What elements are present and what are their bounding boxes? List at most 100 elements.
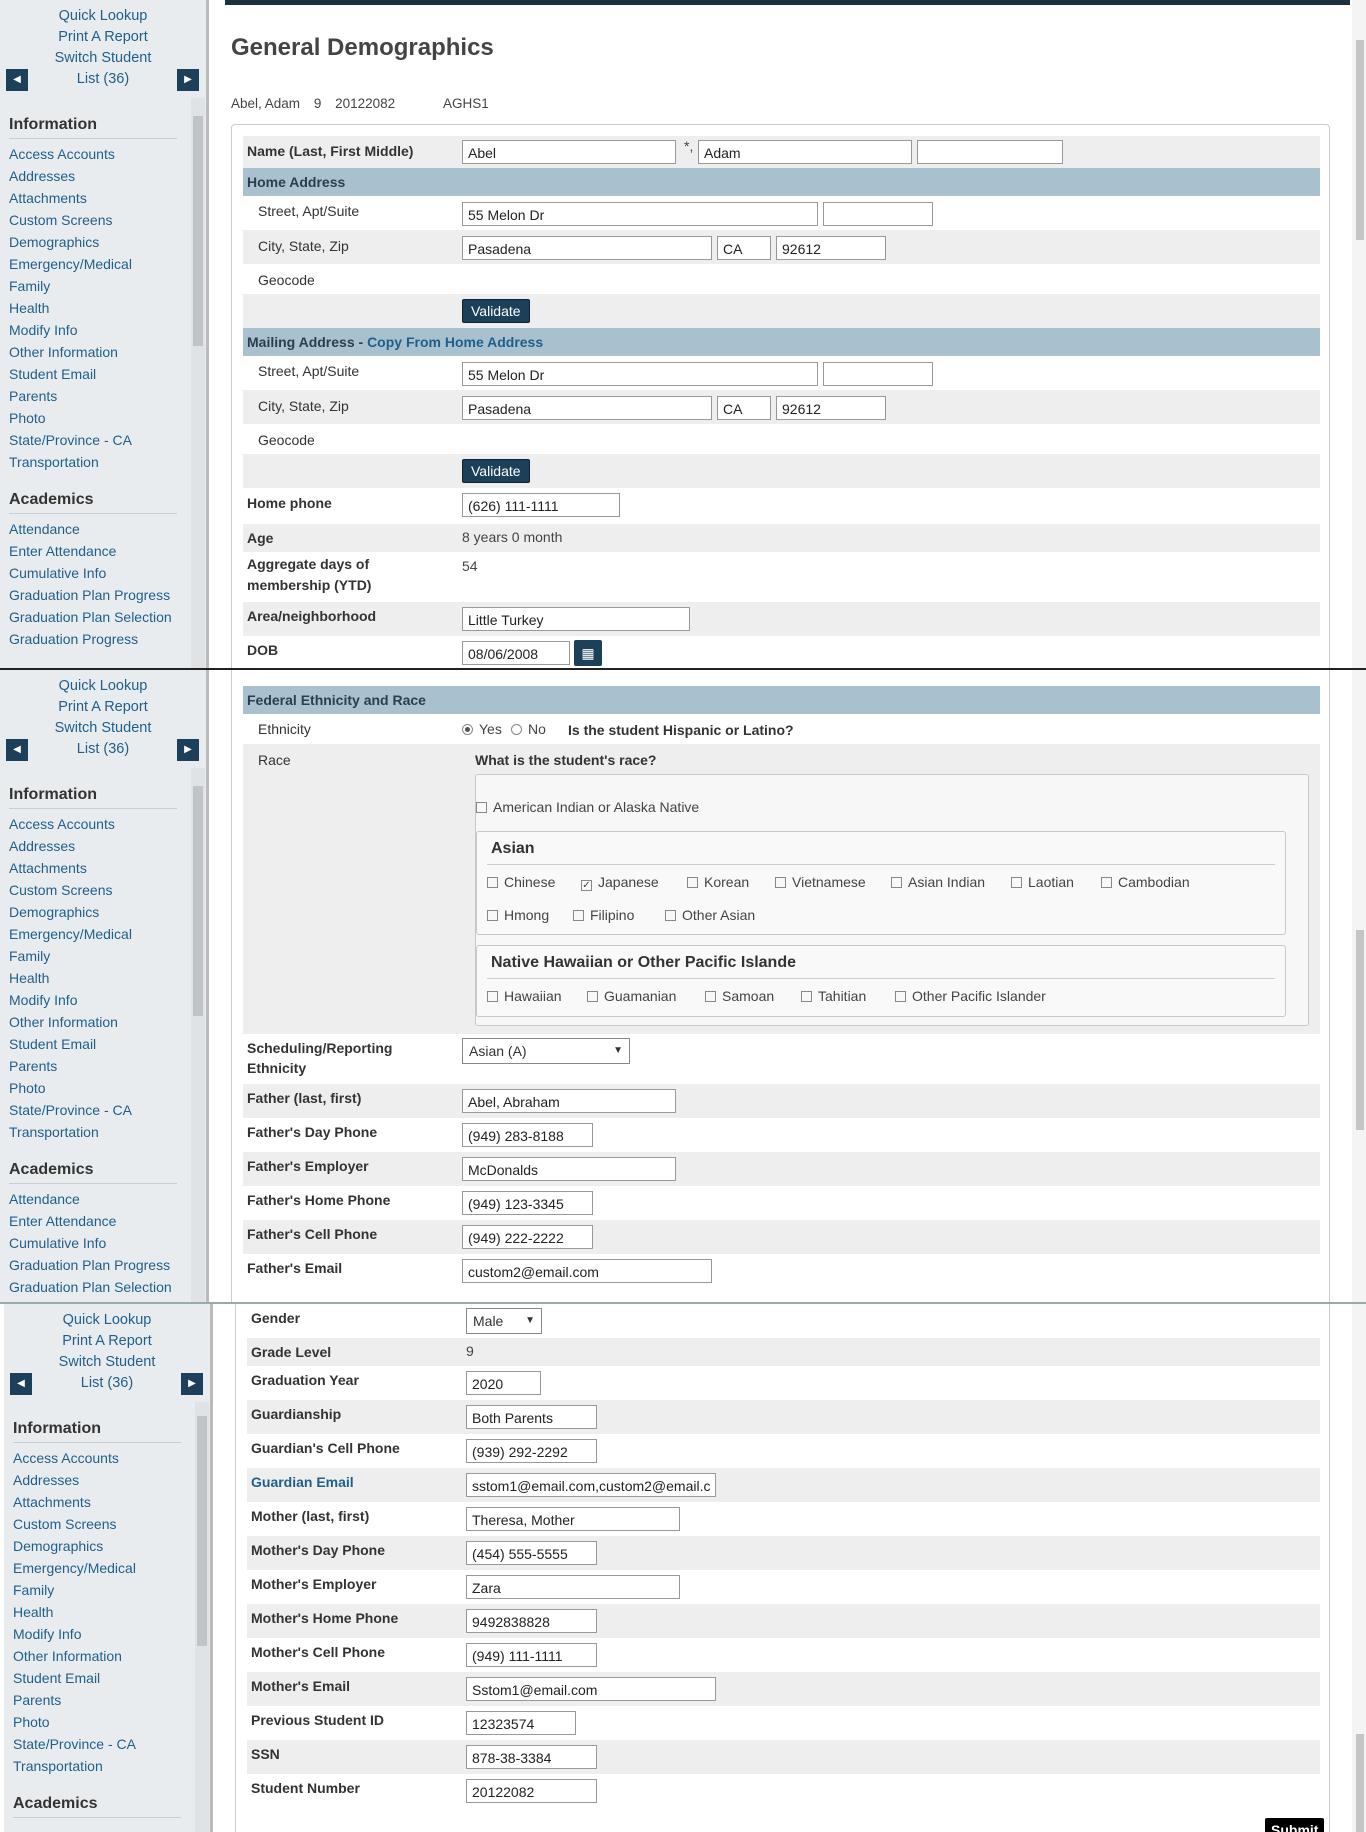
sidebar-item[interactable]: Modify Info bbox=[9, 319, 190, 341]
scheduling-ethnicity-select[interactable]: Asian (A) ▼ bbox=[462, 1038, 630, 1064]
student-list-link[interactable]: List (36) bbox=[4, 1373, 210, 1394]
asian-option-checkbox[interactable]: Korean bbox=[687, 874, 749, 890]
sidebar-item[interactable]: State/Province - CA bbox=[9, 429, 190, 451]
switch-student-link[interactable]: Switch Student bbox=[4, 1352, 210, 1373]
sidebar-item[interactable]: Family bbox=[9, 275, 190, 297]
sidebar-item[interactable]: Graduation Plan Progress bbox=[9, 584, 190, 606]
asian-option-checkbox[interactable]: Chinese bbox=[487, 874, 555, 890]
pacific-option-checkbox[interactable]: Hawaiian bbox=[487, 988, 562, 1004]
father-day-phone-input[interactable]: (949) 283-8188 bbox=[462, 1123, 593, 1147]
switch-student-link[interactable]: Switch Student bbox=[0, 718, 206, 739]
sidebar-item[interactable]: Emergency/Medical bbox=[13, 1557, 194, 1579]
sidebar-item[interactable]: Other Information bbox=[9, 341, 190, 363]
previous-student-arrow-icon[interactable]: ◀ bbox=[6, 739, 28, 761]
sidebar-item[interactable]: Family bbox=[13, 1579, 194, 1601]
sidebar-item[interactable]: Attachments bbox=[9, 857, 190, 879]
sidebar-item[interactable]: Emergency/Medical bbox=[9, 923, 190, 945]
sidebar-item[interactable]: Health bbox=[9, 297, 190, 319]
sidebar-item[interactable]: Graduation Plan Selection bbox=[9, 1276, 190, 1298]
sidebar-scrollbar-thumb[interactable] bbox=[193, 786, 203, 1016]
sidebar-item[interactable]: State/Province - CA bbox=[13, 1733, 194, 1755]
asian-option-checkbox[interactable]: Filipino bbox=[573, 907, 634, 923]
home-apt-input[interactable] bbox=[823, 202, 933, 226]
ssn-input[interactable]: 878-38-3384 bbox=[466, 1745, 597, 1769]
sidebar-item[interactable]: Addresses bbox=[9, 165, 190, 187]
mother-cell-phone-input[interactable]: (949) 111-1111 bbox=[466, 1643, 597, 1667]
american-indian-checkbox[interactable]: American Indian or Alaska Native bbox=[476, 799, 699, 815]
last-name-input[interactable]: Abel bbox=[462, 140, 676, 164]
calendar-icon[interactable]: ▦ bbox=[574, 640, 602, 666]
quick-lookup-link[interactable]: Quick Lookup bbox=[0, 676, 206, 697]
middle-name-input[interactable] bbox=[917, 140, 1063, 164]
sidebar-item[interactable]: Other Information bbox=[13, 1645, 194, 1667]
sidebar-item[interactable]: Photo bbox=[9, 1077, 190, 1099]
main-scrollbar-thumb[interactable] bbox=[1356, 1734, 1364, 1832]
mail-zip-input[interactable]: 92612 bbox=[776, 396, 886, 420]
sidebar-item[interactable]: Photo bbox=[13, 1711, 194, 1733]
previous-student-id-input[interactable]: 12323574 bbox=[466, 1711, 576, 1735]
student-list-link[interactable]: List (36) bbox=[0, 69, 206, 90]
mail-city-input[interactable]: Pasadena bbox=[462, 396, 712, 420]
validate-home-button[interactable]: Validate bbox=[462, 299, 530, 323]
validate-mail-button[interactable]: Validate bbox=[462, 459, 530, 483]
sidebar-item[interactable]: Access Accounts bbox=[13, 1447, 194, 1469]
mother-name-input[interactable]: Theresa, Mother bbox=[466, 1507, 680, 1531]
copy-from-home-link[interactable]: Copy From Home Address bbox=[367, 334, 543, 350]
father-home-phone-input[interactable]: (949) 123-3345 bbox=[462, 1191, 593, 1215]
father-employer-input[interactable]: McDonalds bbox=[462, 1157, 676, 1181]
sidebar-item[interactable]: Custom Screens bbox=[9, 879, 190, 901]
sidebar-item[interactable]: Cumulative Info bbox=[9, 1232, 190, 1254]
father-name-input[interactable]: Abel, Abraham bbox=[462, 1089, 676, 1113]
pacific-option-checkbox[interactable]: Guamanian bbox=[587, 988, 676, 1004]
sidebar-item[interactable]: Cumulative Info bbox=[9, 562, 190, 584]
asian-option-checkbox[interactable]: Hmong bbox=[487, 907, 549, 923]
sidebar-item[interactable]: Student Email bbox=[13, 1667, 194, 1689]
hispanic-no-radio[interactable]: No bbox=[511, 721, 546, 737]
previous-student-arrow-icon[interactable]: ◀ bbox=[6, 69, 28, 91]
sidebar-item[interactable]: Transportation bbox=[9, 451, 190, 473]
sidebar-item[interactable]: State/Province - CA bbox=[9, 1099, 190, 1121]
pacific-option-checkbox[interactable]: Other Pacific Islander bbox=[895, 988, 1046, 1004]
sidebar-item[interactable]: Parents bbox=[9, 1055, 190, 1077]
next-student-arrow-icon[interactable]: ▶ bbox=[177, 739, 199, 761]
mother-employer-input[interactable]: Zara bbox=[466, 1575, 680, 1599]
sidebar-item[interactable]: Student Email bbox=[9, 1033, 190, 1055]
mail-apt-input[interactable] bbox=[823, 362, 933, 386]
sidebar-item[interactable]: Graduation Plan Selection bbox=[9, 606, 190, 628]
student-list-link[interactable]: List (36) bbox=[0, 739, 206, 760]
sidebar-scrollbar[interactable] bbox=[191, 98, 205, 668]
asian-option-checkbox[interactable]: Laotian bbox=[1011, 874, 1074, 890]
sidebar-item[interactable]: Health bbox=[13, 1601, 194, 1623]
switch-student-link[interactable]: Switch Student bbox=[0, 48, 206, 69]
sidebar-item[interactable]: Demographics bbox=[9, 231, 190, 253]
main-scrollbar[interactable] bbox=[1352, 0, 1366, 668]
sidebar-item[interactable]: Custom Screens bbox=[9, 209, 190, 231]
asian-option-checkbox[interactable]: ✓ Japanese bbox=[581, 874, 659, 891]
sidebar-scrollbar[interactable] bbox=[191, 768, 205, 1302]
quick-lookup-link[interactable]: Quick Lookup bbox=[0, 6, 206, 27]
mail-street-input[interactable]: 55 Melon Dr bbox=[462, 362, 818, 386]
sidebar-item[interactable]: Health bbox=[9, 967, 190, 989]
home-phone-input[interactable]: (626) 111-1111 bbox=[462, 493, 620, 517]
asian-option-checkbox[interactable]: Vietnamese bbox=[775, 874, 866, 890]
next-student-arrow-icon[interactable]: ▶ bbox=[181, 1373, 203, 1395]
sidebar-item[interactable]: Parents bbox=[9, 385, 190, 407]
sidebar-item[interactable]: Attendance bbox=[9, 1188, 190, 1210]
sidebar-item[interactable]: Family bbox=[9, 945, 190, 967]
pacific-option-checkbox[interactable]: Samoan bbox=[705, 988, 774, 1004]
mother-day-phone-input[interactable]: (454) 555-5555 bbox=[466, 1541, 597, 1565]
sidebar-item[interactable]: Access Accounts bbox=[9, 813, 190, 835]
mail-state-input[interactable]: CA bbox=[717, 396, 771, 420]
mother-home-phone-input[interactable]: 9492838828 bbox=[466, 1609, 597, 1633]
sidebar-item[interactable]: Attendance bbox=[9, 518, 190, 540]
home-street-input[interactable]: 55 Melon Dr bbox=[462, 202, 818, 226]
main-scrollbar-thumb[interactable] bbox=[1356, 40, 1364, 240]
next-student-arrow-icon[interactable]: ▶ bbox=[177, 69, 199, 91]
father-email-input[interactable]: custom2@email.com bbox=[462, 1259, 712, 1283]
sidebar-item[interactable]: Addresses bbox=[9, 835, 190, 857]
quick-lookup-link[interactable]: Quick Lookup bbox=[4, 1310, 210, 1331]
sidebar-item[interactable]: Emergency/Medical bbox=[9, 253, 190, 275]
previous-student-arrow-icon[interactable]: ◀ bbox=[10, 1373, 32, 1395]
home-city-input[interactable]: Pasadena bbox=[462, 236, 712, 260]
print-report-link[interactable]: Print A Report bbox=[0, 27, 206, 48]
